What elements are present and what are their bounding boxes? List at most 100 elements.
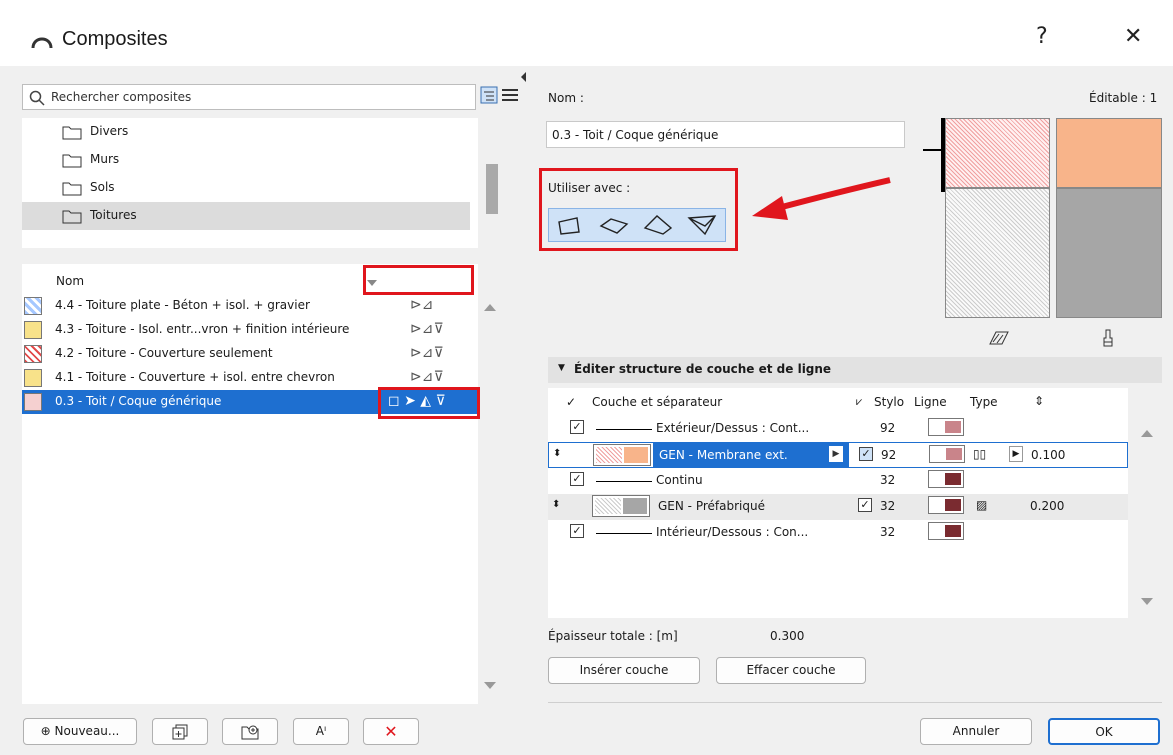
line-pen-swatch[interactable] (929, 445, 965, 463)
tree-view-icon[interactable] (480, 86, 498, 104)
override-checkbox[interactable]: ✓ (858, 498, 872, 512)
column-header-type: Type (970, 395, 998, 409)
rename-button[interactable]: Aᴵ (293, 718, 349, 745)
pen-value: 92 (881, 448, 897, 462)
chevron-right-icon[interactable]: ▶ (829, 446, 843, 462)
duplicate-button[interactable] (152, 718, 208, 745)
tree-item-sols[interactable]: Sols (22, 174, 470, 202)
line-pen-swatch[interactable] (928, 470, 964, 488)
ok-button[interactable]: OK (1048, 718, 1160, 745)
scroll-up-icon[interactable] (1141, 430, 1153, 437)
preview-membrane-surface (1056, 118, 1162, 188)
cut-fill-icon (989, 331, 1009, 345)
new-button[interactable]: ⊕ Nouveau... (23, 718, 137, 745)
scroll-up-icon[interactable] (484, 304, 496, 311)
table-row[interactable]: ✓ Extérieur/Dessus : Cont... 92 (548, 416, 1128, 442)
pen-value: 32 (880, 473, 896, 487)
thickness-icon: ⇕ (1034, 394, 1045, 408)
layer-name: GEN - Membrane ext. (659, 448, 788, 462)
beam-type-icon[interactable] (599, 216, 629, 236)
column-header-name[interactable]: Nom (56, 274, 84, 288)
divider (548, 702, 1162, 703)
drag-handle-icon[interactable]: ⬍ (552, 499, 560, 510)
wall-type-icon[interactable] (557, 216, 583, 236)
delete-button[interactable]: ✕ (363, 718, 419, 745)
fill-swatch (24, 393, 42, 411)
highlight-frame (378, 387, 480, 419)
tree-scrollbar[interactable] (486, 164, 498, 214)
search-input[interactable]: Rechercher composites (22, 84, 476, 110)
tree-item-label: Sols (90, 180, 115, 194)
column-header-pen: Stylo (874, 395, 905, 409)
composites-list: Nom 4.4 - Toiture plate - Béton + isol. … (22, 264, 496, 704)
list-item[interactable]: 4.3 - Toiture - Isol. entr...vron + fini… (22, 318, 478, 342)
name-field[interactable]: 0.3 - Toit / Coque générique (546, 121, 905, 148)
layer-name: Intérieur/Dessous : Con... (656, 525, 809, 539)
tree-item-label: Murs (90, 152, 120, 166)
table-row[interactable]: ✓ Intérieur/Dessous : Con... 32 (548, 520, 1128, 546)
composite-icon (31, 37, 53, 49)
new-folder-button[interactable] (222, 718, 278, 745)
section-title: Éditer structure de couche et de ligne (574, 362, 832, 376)
fill-swatch[interactable] (593, 444, 651, 466)
table-row-selected[interactable]: ⬍ GEN - Membrane ext. ▶ ✓ 92 ▯▯ ▶ 0.100 (548, 442, 1128, 468)
line-type-icon[interactable]: ▯▯ (973, 447, 986, 461)
layer-name: Extérieur/Dessus : Cont... (656, 421, 810, 435)
tree-item-toitures[interactable]: Toitures (22, 202, 470, 230)
delete-icon: ✕ (384, 722, 398, 741)
list-item[interactable]: 4.2 - Toiture - Couverture seulement ⊳⊿⊽ (22, 342, 478, 366)
line-pen-swatch[interactable] (928, 496, 964, 514)
tree-item-divers[interactable]: Divers (22, 118, 470, 146)
chevron-right-icon[interactable]: ▶ (1009, 446, 1023, 462)
new-button-label: Nouveau... (54, 724, 120, 738)
layer-name-cell[interactable]: GEN - Membrane ext. ▶ (653, 443, 849, 467)
total-thickness-label: Épaisseur totale : [m] (548, 629, 678, 643)
pen-value: 32 (880, 499, 896, 513)
override-icon: ⩗ (856, 395, 863, 408)
section-header[interactable]: ▼ Éditer structure de couche et de ligne (548, 357, 1162, 383)
list-view-icon[interactable] (502, 88, 518, 102)
tree-item-murs[interactable]: Murs (22, 146, 470, 174)
thickness-value[interactable]: 0.200 (1030, 499, 1064, 513)
list-item-label: 4.2 - Toiture - Couverture seulement (55, 346, 273, 360)
collapse-left-icon[interactable] (521, 72, 526, 82)
scroll-down-icon[interactable] (484, 682, 496, 689)
layer-checkbox[interactable]: ✓ (570, 524, 584, 538)
shell-type-icon[interactable] (687, 214, 717, 236)
table-row[interactable]: ✓ Continu 32 (548, 468, 1128, 494)
drag-handle-icon[interactable]: ⬍ (553, 448, 561, 459)
list-item[interactable]: 4.4 - Toiture plate - Béton + isol. + gr… (22, 294, 478, 318)
duplicate-icon (172, 724, 188, 740)
scroll-down-icon[interactable] (1141, 598, 1153, 605)
name-label: Nom : (548, 91, 584, 105)
editable-count: Éditable : 1 (1089, 91, 1158, 105)
title-bar: Composites ? ✕ (0, 0, 1173, 66)
fill-swatch[interactable] (592, 495, 650, 517)
help-icon[interactable]: ? (1036, 24, 1048, 49)
roof-type-icon[interactable] (643, 214, 673, 236)
roof-shell-icons: ⊳⊿⊽ (410, 345, 444, 361)
roof-shell-icons: ⊳⊿⊽ (410, 369, 444, 385)
cancel-button[interactable]: Annuler (920, 718, 1032, 745)
layer-checkbox[interactable]: ✓ (570, 472, 584, 486)
line-pen-swatch[interactable] (928, 418, 964, 436)
layer-checkbox[interactable]: ✓ (570, 420, 584, 434)
delete-layer-button[interactable]: Effacer couche (716, 657, 866, 684)
folder-icon (62, 154, 82, 168)
column-header-layer: Couche et séparateur (592, 395, 723, 409)
override-checkbox[interactable]: ✓ (859, 447, 873, 461)
separator-line (596, 533, 652, 534)
preview-prefab-surface (1056, 188, 1162, 318)
table-row[interactable]: ⬍ GEN - Préfabriqué ✓ 32 ▨ 0.200 (548, 494, 1128, 520)
line-pen-swatch[interactable] (928, 522, 964, 540)
list-item-label: 4.3 - Toiture - Isol. entr...vron + fini… (55, 322, 350, 336)
close-icon[interactable]: ✕ (1124, 24, 1142, 49)
annotation-arrow-icon (752, 177, 891, 220)
thickness-value[interactable]: 0.100 (1031, 448, 1065, 462)
preview-membrane-cut (945, 118, 1050, 188)
search-icon (29, 90, 45, 106)
folder-icon (62, 182, 82, 196)
column-header-line: Ligne (914, 395, 947, 409)
line-type-icon[interactable]: ▨ (976, 498, 987, 512)
insert-layer-button[interactable]: Insérer couche (548, 657, 700, 684)
